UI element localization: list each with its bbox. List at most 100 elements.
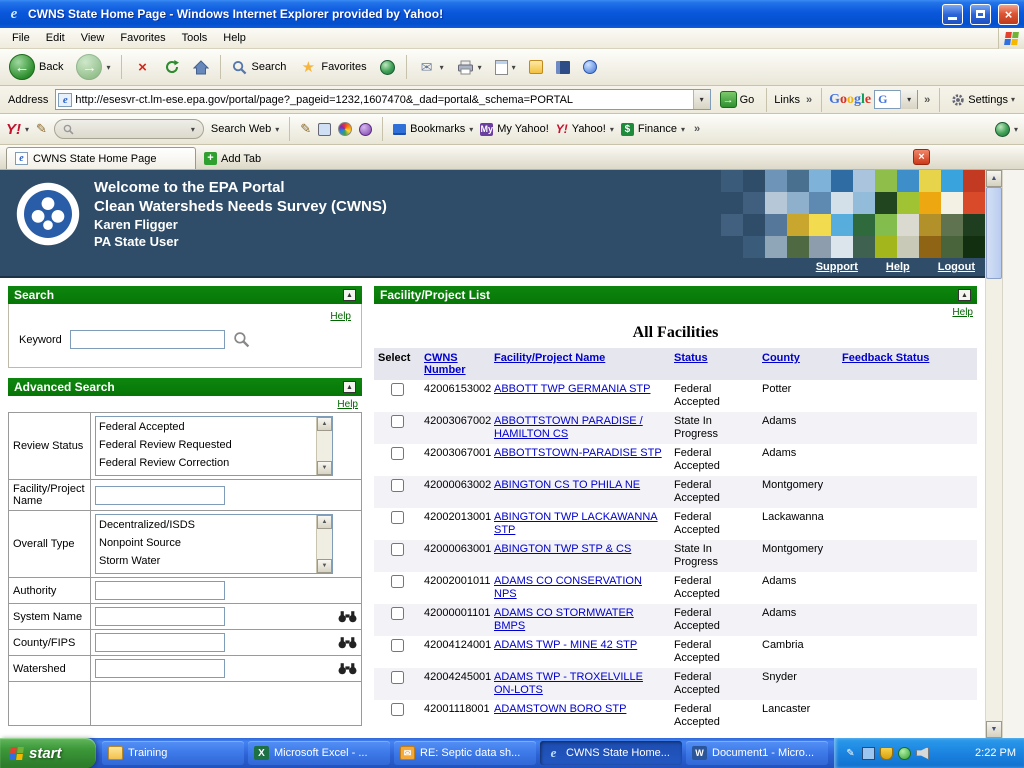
- facility-name-link[interactable]: ABBOTTSTOWN PARADISE / HAMILTON CS: [494, 415, 643, 440]
- scroll-up-icon[interactable]: ▲: [317, 515, 332, 529]
- favorites-button[interactable]: ★ Favorites: [294, 56, 371, 78]
- facility-select-checkbox[interactable]: [391, 639, 404, 652]
- review-status-option[interactable]: Federal Review Requested: [99, 436, 313, 454]
- mail-button[interactable]: ✉ ▾: [413, 57, 449, 78]
- search-help-link[interactable]: Help: [330, 311, 351, 322]
- print-dropdown-icon[interactable]: ▾: [478, 63, 482, 72]
- print-button[interactable]: ▾: [452, 58, 487, 77]
- column-status[interactable]: Status: [674, 352, 708, 364]
- tray-shield-icon[interactable]: [880, 747, 893, 760]
- column-facility-name[interactable]: Facility/Project Name: [494, 352, 605, 364]
- stop-button[interactable]: ×: [128, 57, 156, 78]
- history-button[interactable]: [375, 58, 400, 77]
- tray-volume-icon[interactable]: [916, 747, 929, 760]
- close-button[interactable]: ×: [998, 4, 1019, 25]
- overall-type-scrollbar[interactable]: ▲ ▼: [316, 515, 332, 573]
- overall-type-option[interactable]: Nonpoint Source: [99, 534, 313, 552]
- messenger-button[interactable]: [578, 58, 602, 76]
- forward-dropdown-icon[interactable]: ▾: [106, 63, 110, 72]
- yahoo-pencil-icon[interactable]: ✎: [36, 121, 47, 137]
- edit-button[interactable]: [524, 58, 548, 76]
- bookmarks-button[interactable]: Bookmarks ▾: [393, 123, 473, 135]
- review-status-option[interactable]: Federal Review Correction: [99, 454, 313, 472]
- facility-select-checkbox[interactable]: [391, 703, 404, 716]
- page-button[interactable]: ▾: [490, 58, 521, 77]
- scrollbar-track[interactable]: [986, 187, 1002, 721]
- yahoo-home-button[interactable]: Y! Yahoo! ▾: [556, 122, 614, 136]
- tray-display-icon[interactable]: [862, 747, 875, 760]
- page-vertical-scrollbar[interactable]: ▲ ▼: [985, 170, 1002, 738]
- facility-select-checkbox[interactable]: [391, 415, 404, 428]
- overall-type-option[interactable]: Storm Water: [99, 552, 313, 570]
- yahoo-window-icon[interactable]: [318, 123, 331, 136]
- links-label[interactable]: Links: [774, 94, 800, 106]
- facility-select-checkbox[interactable]: [391, 383, 404, 396]
- facility-list-collapse-icon[interactable]: ▲: [958, 289, 971, 301]
- go-button[interactable]: → Go: [715, 89, 760, 110]
- advanced-search-help-link[interactable]: Help: [337, 399, 358, 410]
- county-fips-lookup-icon[interactable]: [338, 636, 357, 649]
- taskbar-task-button[interactable]: Microsoft Excel - ...: [248, 741, 390, 765]
- facility-name-link[interactable]: ADAMS TWP - MINE 42 STP: [494, 639, 637, 651]
- scroll-down-icon[interactable]: ▼: [317, 559, 332, 573]
- facility-name-link[interactable]: ABBOTT TWP GERMANIA STP: [494, 383, 650, 395]
- add-tab-button[interactable]: + Add Tab: [196, 150, 269, 169]
- facility-select-checkbox[interactable]: [391, 511, 404, 524]
- taskbar-task-button[interactable]: CWNS State Home...: [540, 741, 682, 765]
- tab-cwns-state-home-page[interactable]: e CWNS State Home Page: [6, 147, 196, 169]
- yahoo-edit-pencil-icon[interactable]: ✎: [300, 121, 311, 137]
- facility-select-checkbox[interactable]: [391, 671, 404, 684]
- yahoo-logo-dropdown-icon[interactable]: ▾: [25, 125, 29, 134]
- google-search-box[interactable]: G ▾: [874, 90, 918, 109]
- yahoo-purple-icon[interactable]: [359, 123, 372, 136]
- keyword-search-icon[interactable]: [233, 331, 250, 348]
- facility-name-link[interactable]: ABINGTON CS TO PHILA NE: [494, 479, 640, 491]
- system-name-lookup-icon[interactable]: [338, 610, 357, 623]
- home-button[interactable]: [188, 58, 214, 77]
- advanced-search-collapse-icon[interactable]: ▲: [343, 381, 356, 393]
- support-link[interactable]: Support: [816, 261, 858, 273]
- yahoo-overflow-chevron-icon[interactable]: »: [692, 123, 702, 135]
- facility-name-link[interactable]: ADAMS TWP - TROXELVILLE ON-LOTS: [494, 671, 643, 696]
- review-status-option[interactable]: Federal Accepted: [99, 418, 313, 436]
- links-overflow-chevron-icon[interactable]: »: [804, 94, 814, 106]
- menu-edit[interactable]: Edit: [38, 29, 73, 47]
- overall-type-option[interactable]: Decentralized/ISDS: [99, 516, 313, 534]
- search-collapse-icon[interactable]: ▲: [343, 289, 356, 301]
- facility-select-checkbox[interactable]: [391, 543, 404, 556]
- start-button[interactable]: start: [0, 738, 96, 768]
- facility-name-link[interactable]: ABINGTON TWP LACKAWANNA STP: [494, 511, 658, 536]
- help-link[interactable]: Help: [886, 261, 910, 273]
- refresh-button[interactable]: [159, 57, 185, 77]
- scrollbar-down-icon[interactable]: ▼: [986, 721, 1002, 738]
- facility-name-link[interactable]: ABBOTTSTOWN-PARADISE STP: [494, 447, 662, 459]
- tray-status-icon[interactable]: [898, 747, 911, 760]
- close-strip-button[interactable]: ×: [913, 149, 930, 165]
- menu-file[interactable]: File: [4, 29, 38, 47]
- search-web-dropdown-icon[interactable]: ▾: [275, 125, 279, 134]
- yahoo-globe-icon[interactable]: [338, 122, 352, 136]
- yahoo-search-dropdown-icon[interactable]: ▾: [191, 125, 195, 134]
- scrollbar-thumb[interactable]: [986, 187, 1002, 279]
- address-dropdown-icon[interactable]: ▾: [693, 90, 710, 109]
- my-yahoo-button[interactable]: My My Yahoo!: [480, 123, 549, 136]
- scroll-up-icon[interactable]: ▲: [317, 417, 332, 431]
- page-dropdown-icon[interactable]: ▾: [512, 63, 516, 72]
- menu-help[interactable]: Help: [215, 29, 254, 47]
- facility-select-checkbox[interactable]: [391, 479, 404, 492]
- yahoo-logo-button[interactable]: Y! ▾: [6, 121, 29, 138]
- facility-select-checkbox[interactable]: [391, 447, 404, 460]
- system-name-input[interactable]: [95, 607, 225, 626]
- facility-list-help-link[interactable]: Help: [952, 307, 973, 318]
- column-cwns-number[interactable]: CWNS Number: [424, 352, 466, 376]
- back-button[interactable]: ← Back: [4, 52, 68, 82]
- mail-dropdown-icon[interactable]: ▾: [440, 63, 444, 72]
- menu-tools[interactable]: Tools: [174, 29, 216, 47]
- google-dropdown-icon[interactable]: ▾: [900, 90, 917, 109]
- column-county[interactable]: County: [762, 352, 800, 364]
- maximize-button[interactable]: [970, 4, 991, 25]
- watershed-lookup-icon[interactable]: [338, 662, 357, 675]
- menu-view[interactable]: View: [73, 29, 113, 47]
- settings-dropdown-icon[interactable]: ▾: [1011, 95, 1015, 104]
- taskbar-task-button[interactable]: Training: [102, 741, 244, 765]
